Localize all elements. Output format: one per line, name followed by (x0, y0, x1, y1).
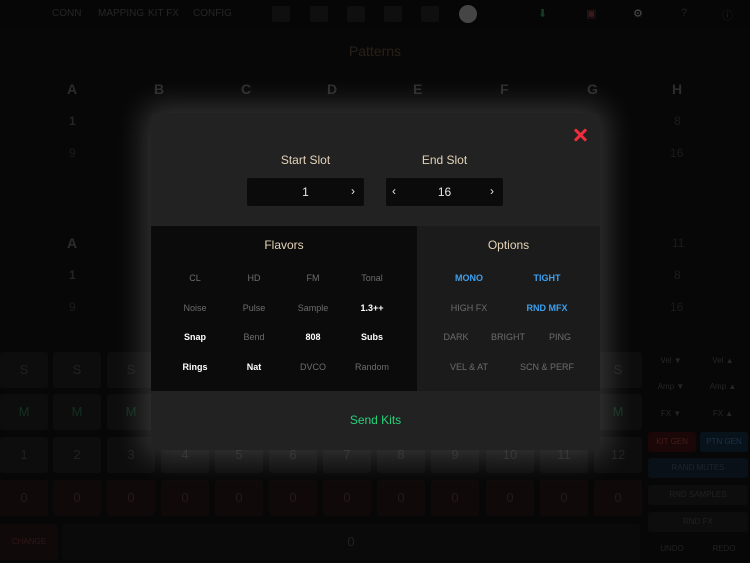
option-tight[interactable]: TIGHT (515, 273, 579, 283)
end-slot-increment-chevron-icon[interactable]: › (490, 184, 494, 198)
flavor-noise[interactable]: Noise (165, 303, 225, 313)
option-ping[interactable]: PING (534, 332, 586, 342)
flavor-subs[interactable]: Subs (342, 332, 402, 342)
flavor-rings[interactable]: Rings (165, 362, 225, 372)
send-kits-dialog: Start Slot 1 › End Slot ‹ 16 › Flavors C… (151, 113, 600, 450)
flavors-panel: Flavors CL HD FM Tonal Noise Pulse Sampl… (151, 226, 417, 391)
option-scn-perf[interactable]: SCN & PERF (515, 362, 579, 372)
flavor-tonal[interactable]: Tonal (342, 273, 402, 283)
flavor-1-3-plus[interactable]: 1.3++ (342, 303, 402, 313)
flavor-hd[interactable]: HD (224, 273, 284, 283)
end-slot-stepper: ‹ 16 › (386, 178, 503, 206)
start-slot-value: 1 (302, 185, 309, 199)
flavor-sample[interactable]: Sample (283, 303, 343, 313)
option-vel-at[interactable]: VEL & AT (439, 362, 499, 372)
flavor-nat[interactable]: Nat (224, 362, 284, 372)
start-slot-stepper: 1 › (247, 178, 364, 206)
options-title: Options (487, 238, 530, 252)
end-slot-value: 16 (437, 185, 452, 199)
end-slot-label: End Slot (421, 153, 468, 167)
option-dark[interactable]: DARK (430, 332, 482, 342)
flavor-snap[interactable]: Snap (165, 332, 225, 342)
option-bright[interactable]: BRIGHT (482, 332, 534, 342)
flavor-random[interactable]: Random (342, 362, 402, 372)
flavor-bend[interactable]: Bend (224, 332, 284, 342)
option-mono[interactable]: MONO (439, 273, 499, 283)
option-rnd-mfx[interactable]: RND MFX (515, 303, 579, 313)
start-slot-label: Start Slot (280, 153, 331, 167)
flavors-title: Flavors (264, 238, 304, 252)
flavor-cl[interactable]: CL (165, 273, 225, 283)
start-slot-increment-chevron-icon[interactable]: › (351, 184, 355, 198)
flavor-pulse[interactable]: Pulse (224, 303, 284, 313)
flavor-fm[interactable]: FM (283, 273, 343, 283)
send-kits-button[interactable]: Send Kits (151, 413, 600, 427)
options-panel: Options MONO TIGHT HIGH FX RND MFX DARK … (417, 226, 600, 391)
option-high-fx[interactable]: HIGH FX (439, 303, 499, 313)
flavor-808[interactable]: 808 (283, 332, 343, 342)
close-icon[interactable] (571, 126, 589, 144)
flavor-dvco[interactable]: DVCO (283, 362, 343, 372)
